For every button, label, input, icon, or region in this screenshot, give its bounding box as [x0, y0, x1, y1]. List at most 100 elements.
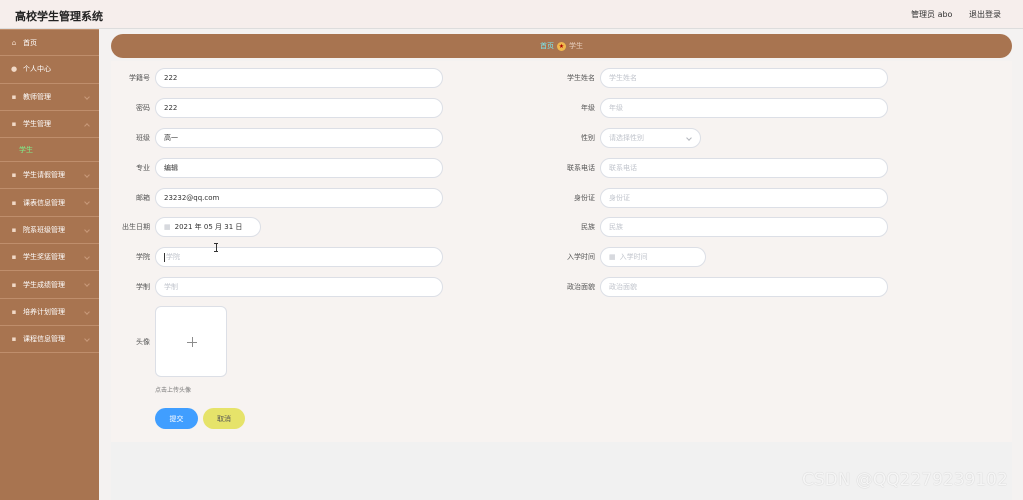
grade-label: 年级	[581, 104, 595, 112]
sidebar-item-label: 课表信息管理	[23, 198, 65, 207]
phone-input[interactable]: 联系电话	[600, 158, 888, 178]
home-icon: ⌂	[11, 38, 17, 47]
menu-icon: ▪	[11, 225, 17, 234]
menu-icon: ▪	[11, 198, 17, 207]
id-card-input[interactable]: 身份证	[600, 188, 888, 208]
sidebar-item-label: 培养计划管理	[23, 307, 65, 316]
top-header: 高校学生管理系统 管理员 abo 退出登录	[0, 0, 1023, 29]
user-icon: ●	[10, 65, 18, 74]
political-input[interactable]: 政治面貌	[600, 277, 888, 297]
menu-icon: ▪	[11, 280, 17, 289]
sidebar-item-leave[interactable]: ▪ 学生请假管理	[0, 162, 99, 190]
email-value: 23232@qq.com	[164, 194, 220, 202]
sidebar-item-label: 学生请假管理	[23, 171, 65, 180]
logout-link[interactable]: 退出登录	[969, 10, 1001, 19]
sidebar: ⌂ 首页 ● 个人中心 ▪ 教师管理 ▪ 学生管理 学生 ▪ 学生请假管理 ▪ …	[0, 29, 99, 500]
ethnicity-label: 民族	[581, 223, 595, 231]
chevron-down-icon	[84, 336, 90, 342]
id-card-placeholder: 身份证	[609, 194, 630, 202]
chevron-down-icon	[84, 172, 90, 179]
student-no-label: 学籍号	[129, 74, 150, 82]
sidebar-item-label: 首页	[23, 38, 37, 47]
watermark: CSDN @QQ2279239102	[802, 470, 1008, 490]
sidebar-item-department[interactable]: ▪ 院系班级管理	[0, 217, 99, 245]
student-name-input[interactable]: 学生姓名	[600, 68, 888, 88]
college-label: 学院	[136, 253, 150, 261]
student-name-placeholder: 学生姓名	[609, 74, 637, 82]
chevron-down-icon	[84, 93, 90, 100]
sidebar-item-course[interactable]: ▪ 课程信息管理	[0, 326, 99, 354]
enroll-time-placeholder: 入学时间	[619, 253, 648, 261]
sidebar-item-label: 学生奖惩管理	[23, 253, 65, 262]
avatar-label: 头像	[136, 338, 150, 346]
sidebar-item-student[interactable]: ▪ 学生管理	[0, 111, 99, 139]
sidebar-item-plan[interactable]: ▪ 培养计划管理	[0, 299, 99, 326]
phone-placeholder: 联系电话	[609, 164, 637, 172]
sidebar-item-home[interactable]: ⌂ 首页	[0, 29, 99, 57]
chevron-down-icon	[84, 226, 90, 233]
gender-select[interactable]: 请选择性别	[600, 128, 701, 148]
chevron-down-icon	[84, 199, 90, 206]
major-label: 专业	[136, 164, 150, 172]
admin-label: 管理员 abo	[911, 10, 953, 19]
college-placeholder: 学院	[166, 253, 180, 261]
chevron-down-icon	[84, 281, 90, 288]
sidebar-item-reward[interactable]: ▪ 学生奖惩管理	[0, 244, 99, 272]
sidebar-item-label: 学生成绩管理	[23, 280, 65, 289]
text-caret	[164, 252, 165, 262]
sidebar-item-schedule[interactable]: ▪ 课表信息管理	[0, 189, 99, 217]
menu-icon: ▪	[11, 171, 17, 180]
menu-icon: ▪	[11, 92, 17, 101]
class-value: 高一	[164, 134, 178, 142]
grade-input[interactable]: 年级	[600, 98, 888, 118]
chevron-down-icon	[84, 308, 90, 315]
ethnicity-input[interactable]: 民族	[600, 217, 888, 237]
political-placeholder: 政治面貌	[609, 283, 637, 291]
grade-placeholder: 年级	[609, 104, 623, 112]
class-input[interactable]: 高一	[155, 128, 443, 148]
password-label: 密码	[136, 104, 150, 112]
enroll-time-label: 入学时间	[567, 253, 595, 261]
sidebar-item-label: 教师管理	[23, 92, 51, 101]
sidebar-subitem-student[interactable]: 学生	[0, 138, 99, 163]
sidebar-item-profile[interactable]: ● 个人中心	[0, 56, 99, 84]
schooling-input[interactable]: 学制	[155, 277, 443, 297]
email-label: 邮箱	[136, 194, 150, 202]
breadcrumb: 首页 ★ 学生	[111, 34, 1012, 58]
enroll-time-date-picker[interactable]: ▦ 入学时间	[600, 247, 706, 267]
student-name-label: 学生姓名	[567, 74, 595, 82]
major-input[interactable]: 编辑	[155, 158, 443, 178]
birthday-date-picker[interactable]: ▦ 2021 年 05 月 31 日	[155, 217, 261, 237]
breadcrumb-current: 学生	[569, 42, 583, 50]
class-label: 班级	[136, 134, 150, 142]
sidebar-item-label: 个人中心	[23, 65, 51, 74]
star-icon: ★	[557, 41, 566, 51]
sidebar-item-label: 课程信息管理	[23, 335, 65, 344]
sidebar-item-teacher[interactable]: ▪ 教师管理	[0, 84, 99, 111]
email-input[interactable]: 23232@qq.com	[155, 188, 443, 208]
sidebar-item-score[interactable]: ▪ 学生成绩管理	[0, 271, 99, 299]
password-input[interactable]: 222	[155, 98, 443, 118]
app-title: 高校学生管理系统	[15, 10, 103, 23]
student-no-input[interactable]: 222	[155, 68, 443, 88]
mouse-cursor-icon	[214, 243, 218, 252]
schooling-label: 学制	[136, 283, 150, 291]
avatar-upload[interactable]	[155, 306, 227, 377]
menu-icon: ▪	[11, 335, 17, 344]
menu-icon: ▪	[11, 120, 17, 129]
birthday-value: 2021 年 05 月 31 日	[174, 223, 243, 231]
phone-label: 联系电话	[567, 164, 595, 172]
gender-label: 性别	[581, 134, 595, 142]
password-value: 222	[164, 104, 178, 112]
submit-button[interactable]: 提交	[155, 408, 198, 429]
cancel-button[interactable]: 取消	[203, 408, 245, 429]
birthday-label: 出生日期	[122, 223, 150, 231]
college-input[interactable]: 学院	[155, 247, 443, 267]
chevron-down-icon	[84, 254, 90, 260]
major-value: 编辑	[164, 164, 178, 172]
political-label: 政治面貌	[567, 283, 595, 291]
menu-icon: ▪	[11, 253, 17, 262]
gender-placeholder: 请选择性别	[609, 134, 644, 142]
breadcrumb-home[interactable]: 首页	[540, 41, 554, 51]
calendar-icon: ▦	[164, 223, 171, 231]
